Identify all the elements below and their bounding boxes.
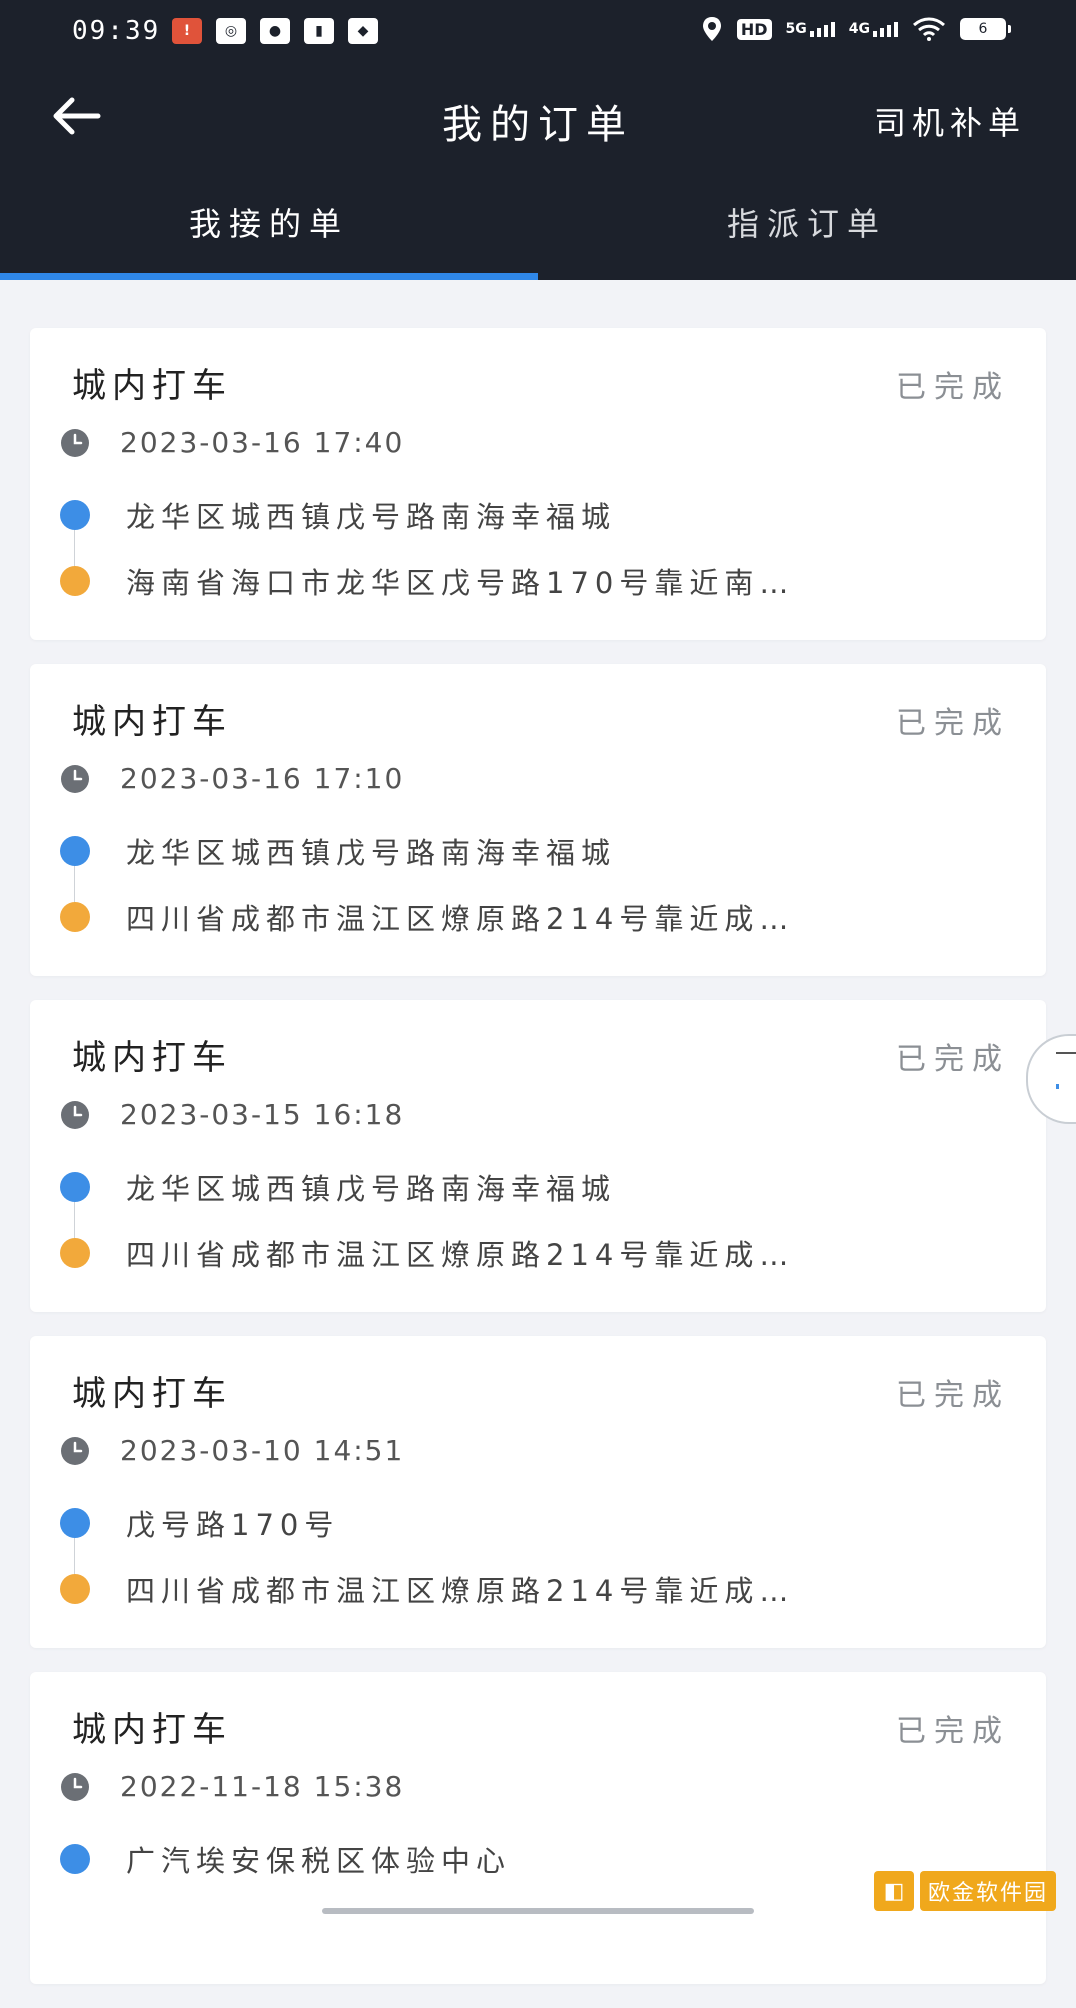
order-card[interactable]: 城内打车 已完成 2023-03-16 17:10 龙华区城西镇戊号路南海幸福城… (30, 664, 1046, 976)
order-type: 城内打车 (72, 702, 232, 742)
signal-bar (894, 22, 898, 37)
status-bar: 09:39 ! ◎ ● ▮ ◆ HD 5G 4G 6 (0, 0, 1076, 68)
home-indicator[interactable] (322, 1908, 754, 1914)
taobao-icon: ◆ (348, 18, 378, 44)
4g-signal-icon: 4G (849, 21, 898, 37)
order-type: 城内打车 (72, 1374, 232, 1414)
status-right: HD 5G 4G 6 (701, 16, 1011, 42)
status-app-icons: ! ◎ ● ▮ ◆ (172, 18, 378, 44)
hd-icon: HD (736, 18, 772, 40)
start-point-icon (60, 1172, 90, 1202)
watermark-text: 欧金软件园 (920, 1871, 1057, 1911)
signal-bar (830, 22, 835, 37)
start-address: 龙华区城西镇戊号路南海幸福城 (126, 836, 617, 870)
order-status: 已完成 (896, 1378, 1010, 1413)
end-point-icon (60, 902, 90, 932)
order-list: 城内打车 已完成 2023-03-16 17:40 龙华区城西镇戊号路南海幸福城… (30, 328, 1046, 2008)
end-point-icon (60, 1574, 90, 1604)
nav-header: 我的订单 司机补单 (0, 68, 1076, 164)
order-card[interactable]: 城内打车 已完成 2023-03-16 17:40 龙华区城西镇戊号路南海幸福城… (30, 328, 1046, 640)
clock-icon (61, 1437, 89, 1465)
start-address: 广汽埃安保税区体验中心 (126, 1844, 512, 1878)
wifi-icon (913, 17, 945, 41)
end-address: 四川省成都市温江区燎原路214号靠近成… (126, 1238, 795, 1272)
order-time: 2023-03-15 16:18 (120, 1098, 405, 1131)
5g-signal-icon: 5G (786, 21, 835, 37)
iqiyi-icon: ▮ (304, 18, 334, 44)
order-time: 2023-03-10 14:51 (120, 1434, 405, 1467)
end-address: 海南省海口市龙华区戊号路170号靠近南… (126, 566, 795, 600)
weibo-icon: ◎ (216, 18, 246, 44)
clock-icon (61, 1773, 89, 1801)
order-type: 城内打车 (72, 366, 232, 406)
order-status: 已完成 (896, 706, 1010, 741)
order-status: 已完成 (896, 370, 1010, 405)
end-address: 四川省成都市温江区燎原路214号靠近成… (126, 1574, 795, 1608)
start-point-icon (60, 500, 90, 530)
signal-bar (816, 28, 821, 37)
start-point-icon (60, 1508, 90, 1538)
signal-bar (873, 31, 877, 37)
4g-label: 4G (848, 21, 870, 37)
clock-icon (61, 1101, 89, 1129)
start-address: 戊号路170号 (126, 1508, 340, 1542)
driver-supplement-button[interactable]: 司机补单 (874, 98, 1026, 144)
order-type: 城内打车 (72, 1710, 232, 1750)
watermark-logo-icon: ◧ (874, 1871, 914, 1911)
order-status: 已完成 (896, 1042, 1010, 1077)
order-type: 城内打车 (72, 1038, 232, 1078)
notification-icon: ! (172, 18, 202, 44)
signal-bar (823, 25, 828, 37)
watermark: ◧ 欧金软件园 (874, 1868, 1074, 1914)
5g-label: 5G (785, 21, 807, 37)
start-address: 龙华区城西镇戊号路南海幸福城 (126, 500, 617, 534)
order-time: 2023-03-16 17:10 (120, 762, 405, 795)
active-tab-indicator (0, 273, 538, 280)
clock-icon (61, 765, 89, 793)
end-point-icon (60, 566, 90, 596)
wechat-icon: ● (260, 18, 290, 44)
order-status: 已完成 (896, 1714, 1010, 1749)
order-card[interactable]: 城内打车 已完成 2023-03-15 16:18 龙华区城西镇戊号路南海幸福城… (30, 1000, 1046, 1312)
signal-bar (887, 25, 891, 37)
signal-bar (880, 28, 884, 37)
tab-bar: 我接的单 指派订单 (0, 164, 1076, 280)
start-point-icon (60, 836, 90, 866)
order-time: 2022-11-18 15:38 (120, 1770, 405, 1803)
end-address: 四川省成都市温江区燎原路214号靠近成… (126, 902, 795, 936)
start-point-icon (60, 1844, 90, 1874)
order-time: 2023-03-16 17:40 (120, 426, 405, 459)
order-card[interactable]: 城内打车 已完成 2023-03-10 14:51 戊号路170号 四川省成都市… (30, 1336, 1046, 1648)
order-card[interactable]: 城内打车 已完成 2022-11-18 15:38 广汽埃安保税区体验中心 (30, 1672, 1046, 1984)
tab-my-orders[interactable]: 我接的单 (0, 164, 538, 280)
battery-icon: 6 (960, 18, 1011, 40)
top-bar: 09:39 ! ◎ ● ▮ ◆ HD 5G 4G 6 我的订单 司机补单 我接的… (0, 0, 1076, 280)
signal-bar (809, 31, 814, 37)
start-address: 龙华区城西镇戊号路南海幸福城 (126, 1172, 617, 1206)
status-time: 09:39 (72, 16, 161, 46)
end-point-icon (60, 1238, 90, 1268)
location-icon (702, 17, 721, 41)
tab-assigned-orders[interactable]: 指派订单 (538, 164, 1076, 280)
clock-icon (61, 429, 89, 457)
